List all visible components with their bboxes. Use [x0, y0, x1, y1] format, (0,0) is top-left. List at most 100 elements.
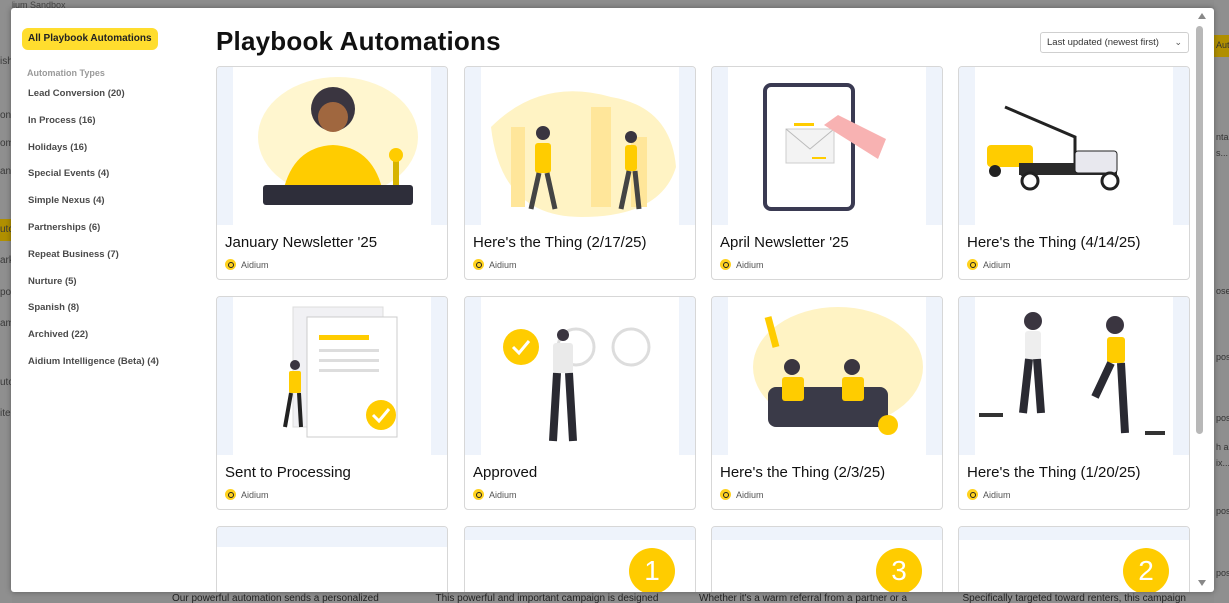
card-author: Aidium — [967, 489, 1011, 500]
automation-card[interactable]: Here's the Thing (2/17/25) Aidium — [464, 66, 696, 280]
automation-card-partial[interactable]: 2 — [958, 526, 1190, 592]
card-thumbnail: 1 — [465, 527, 695, 592]
card-thumbnail — [217, 67, 447, 225]
chevron-down-icon: ⌄ — [1174, 37, 1182, 47]
aidium-logo-icon — [720, 259, 731, 270]
background-description: This powerful and important campaign is … — [435, 593, 659, 603]
scroll-up-arrow-icon[interactable] — [1198, 13, 1206, 19]
automation-card[interactable]: Sent to Processing Aidium — [216, 296, 448, 510]
card-title: Approved — [473, 464, 538, 481]
card-author-name: Aidium — [489, 489, 517, 500]
woman-checkmark-circles-illustration — [503, 327, 651, 442]
automations-main: Playbook Automations Last updated (newes… — [216, 8, 1191, 592]
card-author: Aidium — [720, 489, 764, 500]
all-playbook-automations-chip[interactable]: All Playbook Automations — [22, 28, 158, 50]
background-right-fragment: ix... — [1216, 458, 1229, 468]
card-thumbnail — [959, 67, 1189, 225]
automation-card[interactable]: Approved Aidium — [464, 296, 696, 510]
step-number-badge: 2 — [1123, 548, 1169, 592]
background-right-column: Auto ntai s... ose pos pos pos pos h a i… — [1214, 0, 1229, 603]
card-author-name: Aidium — [983, 259, 1011, 270]
card-author: Aidium — [967, 259, 1011, 270]
automation-card-partial[interactable] — [216, 526, 448, 592]
automation-card[interactable]: Here's the Thing (1/20/25) Aidium — [958, 296, 1190, 510]
sports-fans-couch-illustration — [753, 307, 923, 435]
automation-card-partial[interactable]: 1 — [464, 526, 696, 592]
card-author: Aidium — [473, 489, 517, 500]
card-author-name: Aidium — [241, 259, 269, 270]
aidium-logo-icon — [967, 489, 978, 500]
aidium-logo-icon — [225, 259, 236, 270]
filter-archived[interactable]: Archived (22) — [28, 329, 159, 356]
card-thumbnail — [959, 297, 1189, 455]
card-thumbnail — [712, 297, 942, 455]
automation-filter-sidebar: All Playbook Automations Automation Type… — [11, 8, 201, 592]
filter-simple-nexus[interactable]: Simple Nexus (4) — [28, 195, 159, 222]
tablet-envelope-illustration — [763, 83, 886, 211]
background-description: Specifically targeted toward renters, th… — [962, 593, 1186, 603]
automation-card[interactable]: January Newsletter '25 Aidium — [216, 66, 448, 280]
automation-card[interactable]: Here's the Thing (2/3/25) Aidium — [711, 296, 943, 510]
card-author: Aidium — [473, 259, 517, 270]
card-author-name: Aidium — [983, 489, 1011, 500]
card-thumbnail — [465, 67, 695, 225]
card-author: Aidium — [225, 489, 269, 500]
workout-women-illustration — [979, 312, 1165, 435]
card-author-name: Aidium — [241, 489, 269, 500]
vertical-scrollbar[interactable] — [1191, 8, 1214, 592]
background-right-fragment: pos — [1216, 413, 1229, 423]
sort-select[interactable]: Last updated (newest first) ⌄ — [1040, 32, 1189, 53]
background-top-text: Aidium Sandbox — [0, 0, 66, 8]
background-bottom-descriptions: Our powerful automation sends a personal… — [160, 592, 1214, 603]
card-author-name: Aidium — [489, 259, 517, 270]
card-thumbnail — [712, 67, 942, 225]
card-author: Aidium — [720, 259, 764, 270]
automation-types-heading: Automation Types — [27, 68, 105, 78]
filter-holidays[interactable]: Holidays (16) — [28, 142, 159, 169]
step-number-badge: 1 — [629, 548, 675, 592]
background-right-fragment: s... — [1216, 148, 1229, 158]
page-title: Playbook Automations — [216, 26, 501, 56]
automation-card[interactable]: April Newsletter '25 Aidium — [711, 66, 943, 280]
background-right-fragment: h a — [1216, 442, 1229, 452]
filter-in-process[interactable]: In Process (16) — [28, 115, 159, 142]
filter-spanish[interactable]: Spanish (8) — [28, 302, 159, 329]
documents-checkmark-illustration — [283, 306, 398, 438]
filter-lead-conversion[interactable]: Lead Conversion (20) — [28, 88, 159, 115]
aidium-logo-icon — [225, 489, 236, 500]
card-title: Here's the Thing (4/14/25) — [967, 234, 1141, 251]
scroll-down-arrow-icon[interactable] — [1198, 580, 1206, 586]
background-right-fragment: ose — [1216, 286, 1229, 296]
card-author: Aidium — [225, 259, 269, 270]
filter-nurture[interactable]: Nurture (5) — [28, 276, 159, 303]
background-right-fragment: pos — [1216, 352, 1229, 362]
background-right-fragment: pos — [1216, 506, 1229, 516]
background-left-fragment: po — [0, 287, 12, 298]
background-right-fragment: pos — [1216, 568, 1229, 578]
card-author-name: Aidium — [736, 489, 764, 500]
automation-card[interactable]: Here's the Thing (4/14/25) Aidium — [958, 66, 1190, 280]
aidium-logo-icon — [473, 489, 484, 500]
automation-card-partial[interactable]: 3 — [711, 526, 943, 592]
scrollbar-thumb[interactable] — [1196, 26, 1203, 434]
aidium-logo-icon — [967, 259, 978, 270]
card-title: Here's the Thing (1/20/25) — [967, 464, 1141, 481]
card-title: April Newsletter '25 — [720, 234, 849, 251]
card-thumbnail — [217, 527, 447, 592]
filter-special-events[interactable]: Special Events (4) — [28, 168, 159, 195]
card-thumbnail — [217, 297, 447, 455]
card-title: Here's the Thing (2/17/25) — [473, 234, 647, 251]
background-right-fragment: ntai — [1216, 132, 1229, 142]
aidium-logo-icon — [473, 259, 484, 270]
filter-partnerships[interactable]: Partnerships (6) — [28, 222, 159, 249]
sort-select-value: Last updated (newest first) — [1047, 37, 1159, 48]
card-title: Here's the Thing (2/3/25) — [720, 464, 886, 481]
people-walking-city-illustration — [491, 91, 676, 217]
step-number-badge: 3 — [876, 548, 922, 592]
automation-types-list: Lead Conversion (20) In Process (16) Hol… — [28, 88, 159, 383]
filter-aidium-intelligence[interactable]: Aidium Intelligence (Beta) (4) — [28, 356, 159, 383]
card-title: Sent to Processing — [225, 464, 351, 481]
background-right-fragment: Auto — [1216, 40, 1229, 50]
tow-truck-illustration — [987, 105, 1120, 191]
filter-repeat-business[interactable]: Repeat Business (7) — [28, 249, 159, 276]
